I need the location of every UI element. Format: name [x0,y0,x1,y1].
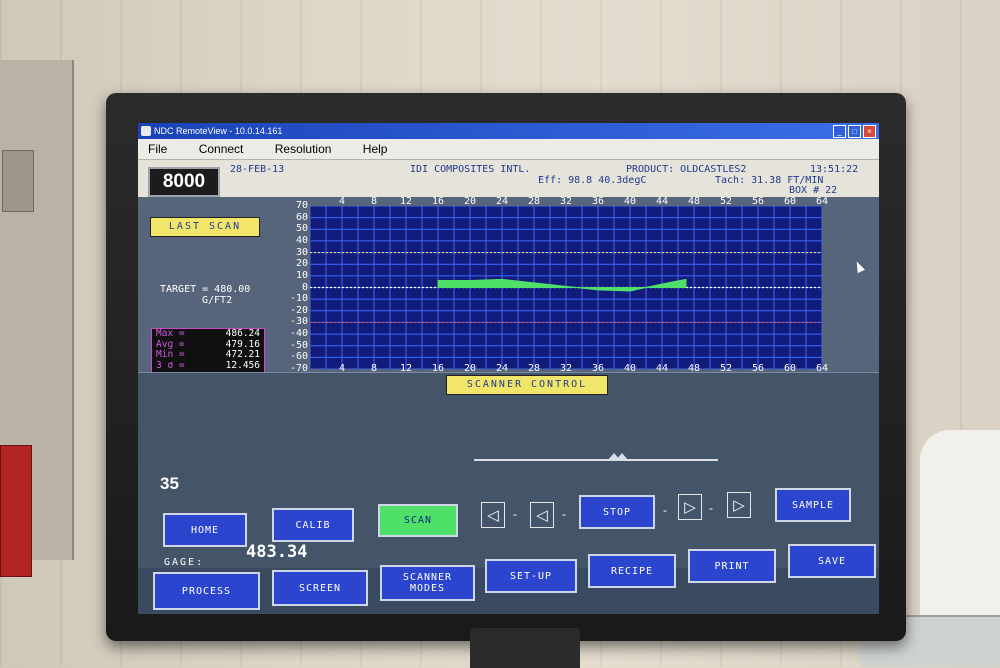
last-scan-label[interactable]: LAST SCAN [150,217,260,237]
sample-button[interactable]: SAMPLE [775,488,851,522]
maximize-icon[interactable]: □ [848,125,861,138]
dash: - [513,507,517,521]
menu-bar: File Connect Resolution Help [138,139,879,160]
scanner-position-slider[interactable] [474,459,718,461]
scan-chart [310,206,822,369]
y-tick-label: -40 [289,328,308,340]
menu-resolution[interactable]: Resolution [275,139,332,159]
target-value: TARGET = 480.00 [160,284,251,295]
efficiency-readout: Eff: 98.8 40.3degC [538,175,647,186]
dash: - [709,501,713,515]
menu-connect[interactable]: Connect [199,139,244,159]
app-icon [141,126,151,136]
y-tick-label: 30 [295,246,308,258]
calib-button[interactable]: CALIB [272,508,354,542]
stats-box: Max = 486.24 Avg = 479.16 Min = 472.21 3 σ … [151,328,265,374]
target-unit: G/FT2 [202,295,233,306]
product-readout: PRODUCT: OLDCASTLES2 [626,164,747,175]
y-tick-label: 20 [295,258,308,270]
setup-button[interactable]: SET-UP [485,559,577,593]
red-device [0,445,32,577]
window-controls: _ □ × [833,125,876,138]
stat-label: 3 σ = [156,359,185,371]
gage-label: GAGE: [164,557,205,568]
menu-file[interactable]: File [148,139,167,159]
box-readout: BOX # 22 [789,185,838,196]
process-button[interactable]: PROCESS [153,572,260,610]
rail-clamp [2,150,34,212]
move-left-icon[interactable]: ◁ [530,502,554,528]
y-tick-label: 10 [295,269,308,281]
print-button[interactable]: PRINT [688,549,776,583]
minimize-icon[interactable]: _ [833,125,846,138]
screen: NDC RemoteView - 10.0.14.161 _ □ × File … [138,123,879,614]
target-readout: TARGET = 480.00 G/FT2 [160,284,250,306]
y-tick-label: -10 [289,293,308,305]
y-tick-label: 40 [295,234,308,246]
y-tick-label: 60 [295,211,308,223]
move-right-end-icon[interactable]: ▷ [727,492,751,518]
window-title: NDC RemoteView - 10.0.14.161 [154,126,283,136]
stat-value: 12.456 [225,359,260,371]
close-icon[interactable]: × [863,125,876,138]
recipe-button[interactable]: RECIPE [588,554,676,588]
scan-button[interactable]: SCAN [378,504,458,537]
stat-row: Min = 472.21 [152,349,264,361]
stat-value: 472.21 [225,349,260,360]
scanner-modes-button[interactable]: SCANNER MODES [380,565,475,601]
slider-thumb-icon[interactable] [615,453,629,461]
company-name: IDI COMPOSITES INTL. [410,164,531,175]
date-readout: 28-FEB-13 [230,164,285,175]
move-left-end-icon[interactable]: ◁ [481,502,505,528]
y-tick-label: -60 [289,351,308,363]
move-right-icon[interactable]: ▷ [678,494,702,520]
dash: - [663,503,667,517]
position-readout: 35 [160,474,179,493]
time-readout: 13:51:22 [810,164,859,175]
stat-value: 486.24 [225,328,260,339]
monitor-stand [470,628,580,668]
y-tick-label: -30 [289,316,308,328]
window-titlebar[interactable]: NDC RemoteView - 10.0.14.161 _ □ × [138,123,879,139]
y-tick-label: -50 [289,339,308,351]
chart-y-axis: 70 60 50 40 30 20 10 0 -10 -20 -30 -40 -50 -60 -70 [276,200,310,375]
home-button[interactable]: HOME [163,513,247,547]
screen-button[interactable]: SCREEN [272,570,368,606]
stat-label: Min = [156,349,185,360]
y-tick-label: 0 [301,281,308,293]
save-button[interactable]: SAVE [788,544,876,578]
code-display: 8000 [148,167,220,197]
dash: - [562,507,566,521]
chart-svg [310,206,822,369]
status-header: 8000 28-FEB-13 IDI COMPOSITES INTL. PROD… [138,160,879,197]
y-tick-label: 50 [295,223,308,235]
stop-button[interactable]: STOP [579,495,655,529]
gage-value: 483.34 [246,542,308,562]
stat-row: 3 σ = 12.456 [152,359,264,372]
stat-row: Max = 486.24 [152,328,264,340]
y-tick-label: -20 [289,304,308,316]
menu-help[interactable]: Help [363,139,388,159]
stat-label: Max = [156,328,185,339]
scanner-control-label[interactable]: SCANNER CONTROL [446,375,608,395]
y-tick-label: 70 [295,200,308,211]
